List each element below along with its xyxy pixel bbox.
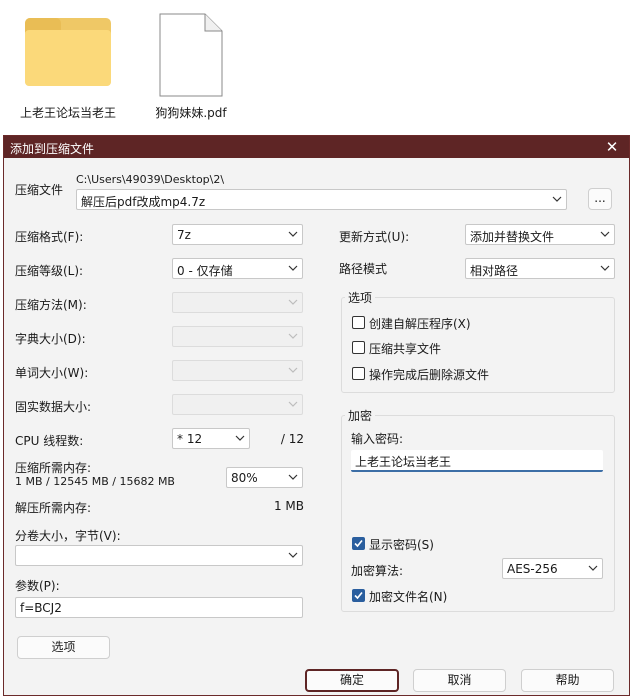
decomp-label: 解压所需内存: [15, 501, 92, 515]
chevron-down-icon [600, 231, 610, 237]
pdf-file-icon [159, 13, 223, 97]
cancel-button[interactable]: 取消 [413, 669, 506, 692]
chevron-down-icon [288, 401, 298, 407]
params-label: 参数(P): [15, 579, 60, 593]
desktop-folder-item[interactable]: 上老王论坛当老王 [16, 18, 120, 121]
threads-select[interactable]: * 12 [172, 428, 250, 449]
word-select[interactable] [172, 360, 303, 381]
pathmode-label: 路径模式 [339, 262, 388, 276]
level-value: 0 - 仅存储 [177, 264, 233, 278]
chevron-down-icon [288, 333, 298, 339]
password-value: 上老王论坛当老王 [355, 455, 452, 469]
threads-value: * 12 [177, 432, 203, 446]
chevron-down-icon [288, 265, 298, 271]
method-label: 压缩方法(M): [15, 298, 87, 312]
check-icon [354, 591, 363, 600]
dialog-title: 添加到压缩文件 [10, 142, 95, 156]
checkbox-box [352, 367, 365, 380]
memory-percent-value: 80% [231, 471, 258, 485]
method-select[interactable] [172, 292, 303, 313]
help-button[interactable]: 帮助 [521, 669, 614, 692]
chevron-down-icon [288, 474, 298, 480]
chevron-down-icon [588, 565, 598, 571]
encryption-group-title: 加密 [345, 407, 376, 424]
format-label: 压缩格式(F): [15, 230, 84, 244]
checkbox-box [352, 537, 365, 550]
browse-button[interactable]: ... [588, 188, 612, 210]
params-input[interactable]: f=BCJ2 [15, 597, 303, 618]
close-icon[interactable]: ✕ [603, 138, 621, 156]
format-value: 7z [177, 228, 191, 242]
folder-icon [25, 18, 111, 86]
chevron-down-icon [288, 299, 298, 305]
params-value: f=BCJ2 [20, 601, 62, 615]
archive-path: C:\Users\49039\Desktop\2\ [76, 173, 225, 186]
archive-label: 压缩文件 [15, 183, 64, 197]
update-label: 更新方式(U): [339, 230, 410, 244]
update-value: 添加并替换文件 [470, 230, 555, 244]
encryption-method-select[interactable]: AES-256 [502, 558, 603, 579]
encryption-method-label: 加密算法: [351, 564, 404, 578]
chevron-down-icon [288, 552, 298, 558]
chevron-down-icon [288, 231, 298, 237]
password-input[interactable]: 上老王论坛当老王 [351, 450, 603, 472]
desktop: 上老王论坛当老王 狗狗妹妹.pdf [0, 0, 633, 140]
options-group-title: 选项 [345, 289, 376, 306]
desktop-folder-label: 上老王论坛当老王 [19, 106, 116, 120]
dict-select[interactable] [172, 326, 303, 347]
checkbox-box [352, 589, 365, 602]
pathmode-select[interactable]: 相对路径 [465, 258, 615, 279]
sfx-label: 创建自解压程序(X) [369, 317, 471, 331]
solid-select[interactable] [172, 394, 303, 415]
chevron-down-icon [552, 196, 562, 202]
chevron-down-icon [288, 367, 298, 373]
archive-name-value: 解压后pdf改成mp4.7z [81, 195, 206, 209]
memory-label: 压缩所需内存: [15, 461, 92, 475]
memory-percent-select[interactable]: 80% [226, 467, 303, 488]
show-password-label: 显示密码(S) [369, 538, 434, 552]
volume-label: 分卷大小，字节(V): [15, 529, 121, 543]
threads-label: CPU 线程数: [15, 434, 84, 448]
threads-max: / 12 [280, 432, 304, 446]
update-select[interactable]: 添加并替换文件 [465, 224, 615, 245]
password-label: 输入密码: [351, 432, 404, 446]
checkbox-box [352, 316, 365, 329]
archive-name-combo[interactable]: 解压后pdf改成mp4.7z [76, 189, 567, 210]
level-label: 压缩等级(L): [15, 264, 84, 278]
level-select[interactable]: 0 - 仅存储 [172, 258, 303, 279]
format-select[interactable]: 7z [172, 224, 303, 245]
delete-label: 操作完成后删除源文件 [369, 368, 490, 382]
pathmode-value: 相对路径 [470, 264, 519, 278]
solid-label: 固实数据大小: [15, 400, 92, 414]
dict-label: 字典大小(D): [15, 332, 86, 346]
encrypt-names-label: 加密文件名(N) [369, 590, 448, 604]
chevron-down-icon [235, 435, 245, 441]
check-icon [354, 539, 363, 548]
ok-button[interactable]: 确定 [305, 669, 399, 692]
memory-detail: 1 MB / 12545 MB / 15682 MB [15, 475, 175, 488]
add-to-archive-dialog: 添加到压缩文件 ✕ 压缩文件 C:\Users\49039\Desktop\2\… [3, 135, 630, 696]
word-label: 单词大小(W): [15, 366, 89, 380]
chevron-down-icon [600, 265, 610, 271]
dialog-titlebar: 添加到压缩文件 ✕ [4, 136, 629, 158]
decomp-value: 1 MB [273, 499, 304, 513]
desktop-pdf-item[interactable]: 狗狗妹妹.pdf [146, 13, 236, 121]
encryption-method-value: AES-256 [507, 562, 558, 576]
shared-label: 压缩共享文件 [369, 342, 442, 356]
options-button[interactable]: 选项 [17, 636, 110, 659]
volume-select[interactable] [15, 545, 303, 566]
desktop-pdf-label: 狗狗妹妹.pdf [155, 106, 227, 120]
checkbox-box [352, 341, 365, 354]
